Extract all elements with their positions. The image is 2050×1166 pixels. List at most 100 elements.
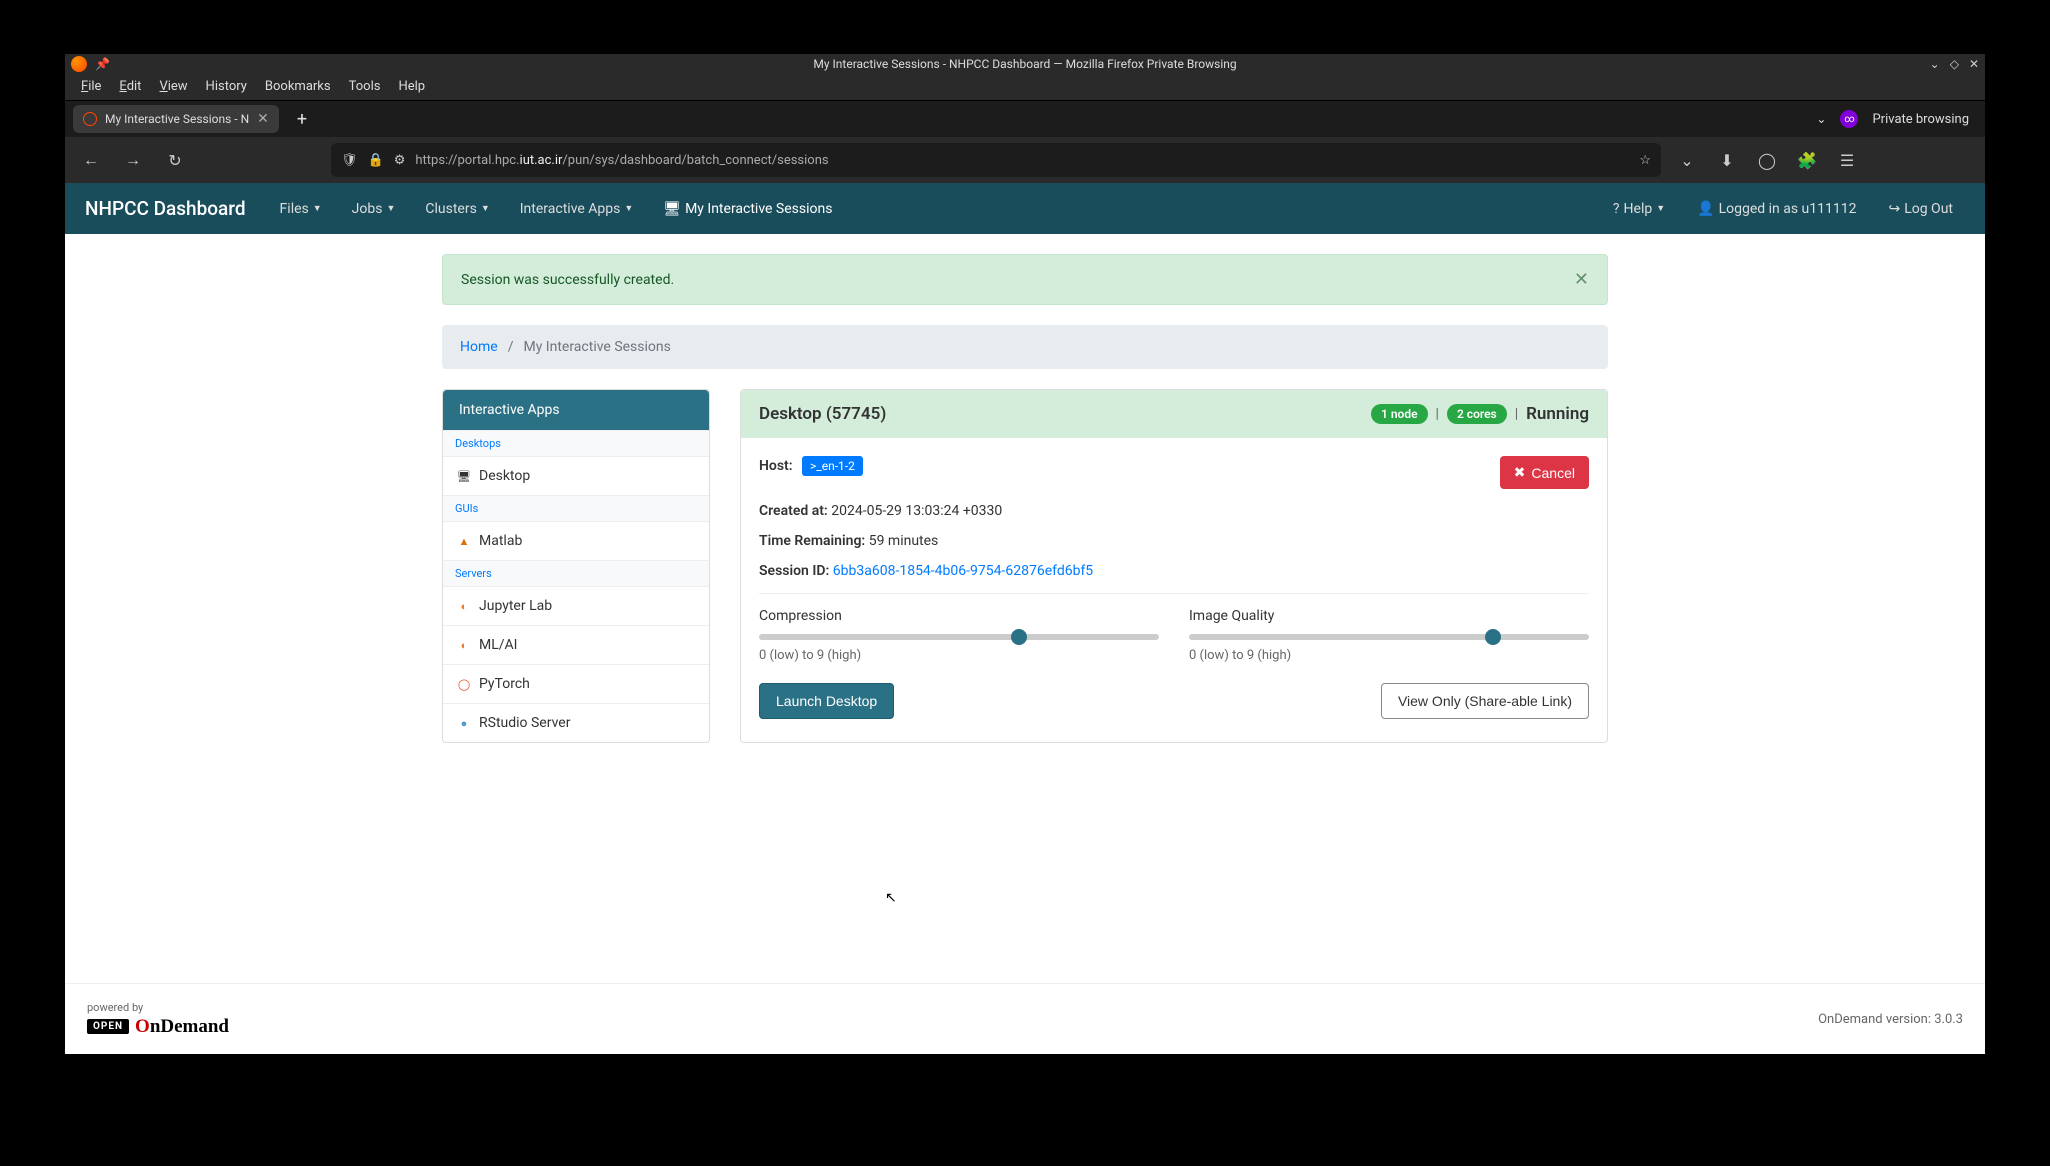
created-label: Created at:: [759, 503, 828, 519]
lock-icon[interactable]: 🔒: [368, 153, 384, 168]
nav-jobs[interactable]: Jobs ▼: [340, 187, 408, 231]
breadcrumb-sep: /: [508, 339, 514, 355]
downloads-icon[interactable]: ⬇: [1711, 144, 1743, 176]
tabstrip: My Interactive Sessions - N ✕ + ⌄ ∞ Priv…: [65, 101, 1985, 137]
sessid-value[interactable]: 6bb3a608-1854-4b06-9754-62876efd6bf5: [833, 563, 1093, 579]
mlai-icon: ◐: [457, 638, 471, 652]
pin-icon[interactable]: 📌: [95, 57, 110, 71]
private-label: Private browsing: [1872, 112, 1969, 127]
alert-success: Session was successfully created. ✕: [442, 254, 1608, 305]
sidebar-header: Interactive Apps: [443, 390, 709, 430]
pocket-icon[interactable]: ⌄: [1671, 144, 1703, 176]
firefox-icon: [71, 56, 87, 72]
rstudio-icon: ●: [457, 716, 471, 730]
sidebar-item-matlab[interactable]: ▲ Matlab: [443, 521, 709, 560]
compression-thumb[interactable]: [1011, 629, 1027, 645]
quality-hint: 0 (low) to 9 (high): [1189, 648, 1589, 663]
cancel-button[interactable]: ✖ Cancel: [1500, 456, 1589, 489]
quality-thumb[interactable]: [1485, 629, 1501, 645]
url-bar[interactable]: 🛡 🔒 ⚙ https://portal.hpc.iut.ac.ir/pun/s…: [331, 143, 1661, 177]
host-badge[interactable]: >_en-1-2: [802, 456, 863, 476]
desktop-icon: 🖥: [663, 201, 681, 217]
cores-badge: 2 cores: [1447, 404, 1507, 424]
sidebar-item-desktop[interactable]: 🖥 Desktop: [443, 456, 709, 495]
menu-file[interactable]: File: [73, 76, 109, 97]
session-card: Desktop (57745) 1 node | 2 cores | Runni…: [740, 389, 1608, 743]
back-button[interactable]: ←: [75, 144, 107, 176]
nav-interactive-apps[interactable]: Interactive Apps ▼: [508, 187, 646, 231]
extensions-icon[interactable]: 🧩: [1791, 144, 1823, 176]
ondemand-logo[interactable]: OPEN OnDemand: [87, 1016, 229, 1038]
cancel-icon: ✖: [1514, 464, 1526, 481]
menu-icon[interactable]: ☰: [1831, 144, 1863, 176]
menu-edit[interactable]: Edit: [111, 76, 149, 97]
reload-button[interactable]: ↻: [159, 144, 191, 176]
nav-logout[interactable]: ↪ Log Out: [1876, 187, 1965, 231]
menu-view[interactable]: View: [151, 76, 195, 97]
nav-help[interactable]: ? Help ▼: [1601, 187, 1677, 231]
browser-tab[interactable]: My Interactive Sessions - N ✕: [73, 105, 279, 133]
permissions-icon[interactable]: ⚙: [394, 153, 406, 168]
sidebar-cat-guis: GUIs: [443, 495, 709, 521]
breadcrumb-home[interactable]: Home: [460, 339, 498, 355]
menu-history[interactable]: History: [198, 76, 255, 97]
sidebar-item-jupyter[interactable]: ◐ Jupyter Lab: [443, 586, 709, 625]
menu-bookmarks[interactable]: Bookmarks: [257, 76, 339, 97]
status-text: Running: [1526, 404, 1589, 424]
window-title: My Interactive Sessions - NHPCC Dashboar…: [813, 57, 1236, 71]
minimize-icon[interactable]: ⌄: [1930, 57, 1940, 71]
menu-help[interactable]: Help: [390, 76, 433, 97]
sidebar-item-pytorch[interactable]: ◯ PyTorch: [443, 664, 709, 703]
nodes-badge: 1 node: [1371, 404, 1428, 424]
launch-button[interactable]: Launch Desktop: [759, 683, 894, 719]
tab-favicon-icon: [83, 112, 97, 126]
maximize-icon[interactable]: ◇: [1950, 57, 1959, 71]
breadcrumb-current: My Interactive Sessions: [523, 339, 670, 355]
forward-button[interactable]: →: [117, 144, 149, 176]
sidebar-item-rstudio[interactable]: ● RStudio Server: [443, 703, 709, 742]
nav-my-sessions[interactable]: 🖥 My Interactive Sessions: [651, 187, 844, 231]
view-only-button[interactable]: View Only (Share-able Link): [1381, 683, 1589, 719]
created-value: 2024-05-29 13:03:24 +0330: [831, 503, 1002, 519]
time-label: Time Remaining:: [759, 533, 865, 549]
close-icon[interactable]: ✕: [1969, 57, 1979, 71]
tab-title: My Interactive Sessions - N: [105, 112, 249, 126]
sidebar-cat-desktops: Desktops: [443, 430, 709, 456]
quality-slider[interactable]: [1189, 634, 1589, 640]
breadcrumb: Home / My Interactive Sessions: [442, 325, 1608, 369]
powered-by: powered by: [87, 1001, 229, 1014]
sidebar: Interactive Apps Desktops 🖥 Desktop GUIs…: [442, 389, 710, 743]
tab-close-icon[interactable]: ✕: [257, 111, 269, 127]
session-card-header: Desktop (57745) 1 node | 2 cores | Runni…: [741, 390, 1607, 438]
nav-clusters[interactable]: Clusters ▼: [413, 187, 501, 231]
nav-user: 👤 Logged in as u111112: [1685, 187, 1868, 231]
url-text: https://portal.hpc.iut.ac.ir/pun/sys/das…: [415, 153, 828, 168]
session-title[interactable]: Desktop (57745): [759, 404, 886, 424]
sidebar-item-mlai[interactable]: ◐ ML/AI: [443, 625, 709, 664]
menu-tools[interactable]: Tools: [341, 76, 389, 97]
account-icon[interactable]: ◯: [1751, 144, 1783, 176]
matlab-icon: ▲: [457, 534, 471, 548]
bookmark-icon[interactable]: ☆: [1639, 153, 1651, 168]
pytorch-icon: ◯: [457, 677, 471, 691]
new-tab-button[interactable]: +: [287, 105, 317, 134]
time-value: 59 minutes: [869, 533, 939, 549]
tabs-dropdown-icon[interactable]: ⌄: [1816, 112, 1826, 126]
footer: powered by OPEN OnDemand OnDemand versio…: [65, 983, 1985, 1054]
compression-slider[interactable]: [759, 634, 1159, 640]
nav-files[interactable]: Files ▼: [268, 187, 334, 231]
quality-label: Image Quality: [1189, 608, 1589, 624]
private-badge-icon: ∞: [1840, 110, 1858, 128]
compression-hint: 0 (low) to 9 (high): [759, 648, 1159, 663]
compression-label: Compression: [759, 608, 1159, 624]
shield-icon[interactable]: 🛡: [341, 153, 358, 168]
window-titlebar: 📌 My Interactive Sessions - NHPCC Dashbo…: [65, 54, 1985, 73]
help-icon: ?: [1613, 201, 1620, 217]
brand[interactable]: NHPCC Dashboard: [85, 197, 246, 220]
toolbar: ← → ↻ 🛡 🔒 ⚙ https://portal.hpc.iut.ac.ir…: [65, 137, 1985, 183]
version-text: OnDemand version: 3.0.3: [1818, 1012, 1963, 1027]
alert-text: Session was successfully created.: [461, 272, 674, 288]
logout-icon: ↪: [1888, 201, 1900, 217]
sessid-label: Session ID:: [759, 563, 829, 579]
alert-close-icon[interactable]: ✕: [1574, 269, 1589, 290]
